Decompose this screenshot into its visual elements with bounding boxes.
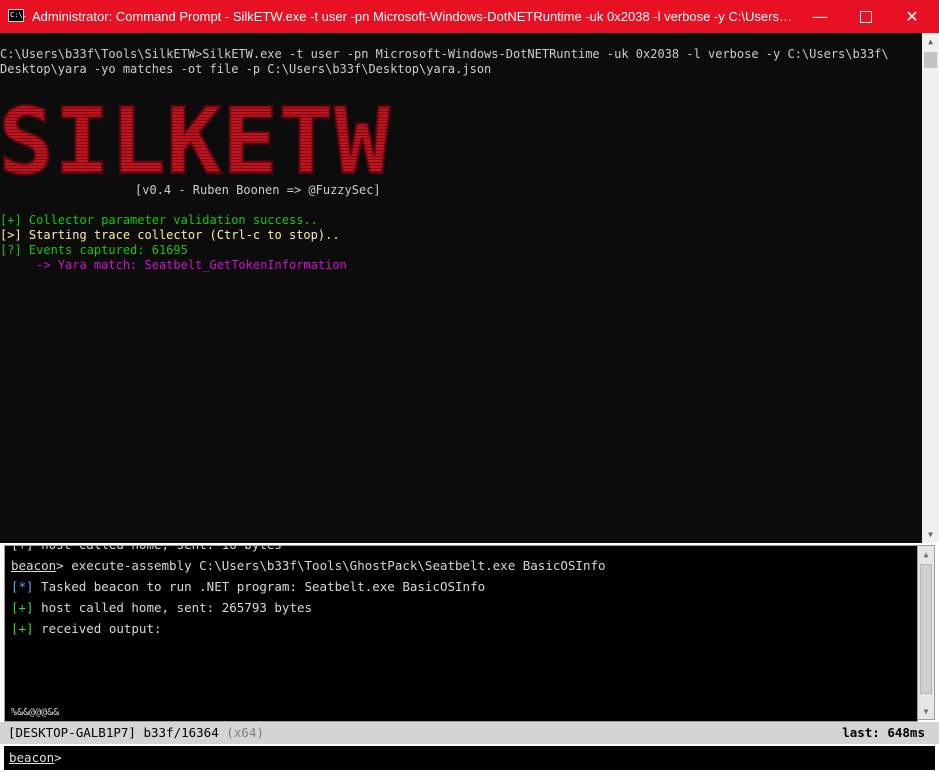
scrollbar-thumb[interactable] xyxy=(920,564,932,694)
scroll-up-icon[interactable]: ▲ xyxy=(918,546,934,562)
host-user-pid: [DESKTOP-GALB1P7] b33f/16364 xyxy=(8,725,219,740)
beacon-scrollbar[interactable]: ▲ ▼ xyxy=(917,545,935,720)
output-line: [+] received output: xyxy=(11,621,162,637)
title-bar[interactable]: C:\. Administrator: Command Prompt - Sil… xyxy=(0,0,939,33)
beacon-prompt: beacon xyxy=(11,558,57,573)
silketw-banner-logo: SILKETW xyxy=(0,91,392,181)
status-line: [>] Starting trace collector (Ctrl-c to … xyxy=(0,228,340,242)
window-title: Administrator: Command Prompt - SilkETW.… xyxy=(32,9,792,24)
input-prompt-label: beacon xyxy=(9,750,55,765)
partial-output-line: [+] host called home, sent: 16 bytes xyxy=(11,546,282,553)
minimize-icon: — xyxy=(812,7,828,26)
output-text: Tasked beacon to run .NET program: Seatb… xyxy=(33,579,486,594)
close-icon: ✕ xyxy=(905,7,919,26)
beacon-status-bar: [DESKTOP-GALB1P7] b33f/16364 (x64) last:… xyxy=(0,722,939,744)
output-line: [+] host called home, sent: 265793 bytes xyxy=(11,600,312,616)
status-line: [?] Events captured: 61695 xyxy=(0,243,188,257)
beacon-host-info: [DESKTOP-GALB1P7] b33f/16364 (x64) xyxy=(8,722,264,744)
input-prompt: beacon> xyxy=(9,746,62,770)
console-output[interactable]: C:\Users\b33f\Tools\SilkETW>SilkETW.exe … xyxy=(0,33,922,543)
yara-match-line: -> Yara match: Seatbelt_GetTokenInformat… xyxy=(0,258,347,272)
output-tag: [*] xyxy=(11,579,34,594)
output-tag: [+] xyxy=(11,621,34,636)
output-text: host called home, sent: 265793 bytes xyxy=(33,600,313,615)
beacon-output[interactable]: [+] host called home, sent: 16 bytes bea… xyxy=(4,545,918,722)
scroll-down-icon[interactable]: ▼ xyxy=(922,526,939,543)
command-line: Desktop\yara -yo matches -ot file -p C:\… xyxy=(0,62,492,76)
prompt-suffix: > xyxy=(56,558,72,573)
close-button[interactable]: ✕ xyxy=(889,0,935,33)
credit-line: [v0.4 - Ruben Boonen => @FuzzySec] xyxy=(135,183,381,197)
beacon-command-line: beacon> execute-assembly C:\Users\b33f\T… xyxy=(11,558,606,574)
beacon-console-panel: [+] host called home, sent: 16 bytes bea… xyxy=(0,543,939,772)
minimize-button[interactable]: — xyxy=(797,0,843,33)
status-line: [+] Collector parameter validation succe… xyxy=(0,213,318,227)
scroll-up-icon[interactable]: ▲ xyxy=(922,33,939,50)
maximize-icon xyxy=(860,10,872,23)
partial-output-line: %&&@@@&& xyxy=(11,707,60,718)
input-prompt-suffix: > xyxy=(54,750,62,765)
beacon-command-input[interactable]: beacon> xyxy=(4,746,935,770)
command-line: C:\Users\b33f\Tools\SilkETW>SilkETW.exe … xyxy=(0,47,889,61)
beacon-command: execute-assembly C:\Users\b33f\Tools\Gho… xyxy=(71,558,606,573)
command-prompt-icon[interactable]: C:\. xyxy=(8,9,27,22)
maximize-button[interactable] xyxy=(843,0,889,33)
output-text: received output: xyxy=(33,621,162,636)
output-line: [*] Tasked beacon to run .NET program: S… xyxy=(11,579,485,595)
scrollbar-thumb[interactable] xyxy=(924,52,937,68)
console-scrollbar[interactable]: ▲ ▼ xyxy=(922,33,939,543)
banner-text: SILKETW xyxy=(0,91,391,181)
scroll-down-icon[interactable]: ▼ xyxy=(918,703,934,719)
output-tag: [+] xyxy=(11,600,34,615)
last-checkin: last: 648ms xyxy=(842,725,925,740)
arch-label: (x64) xyxy=(226,725,264,740)
